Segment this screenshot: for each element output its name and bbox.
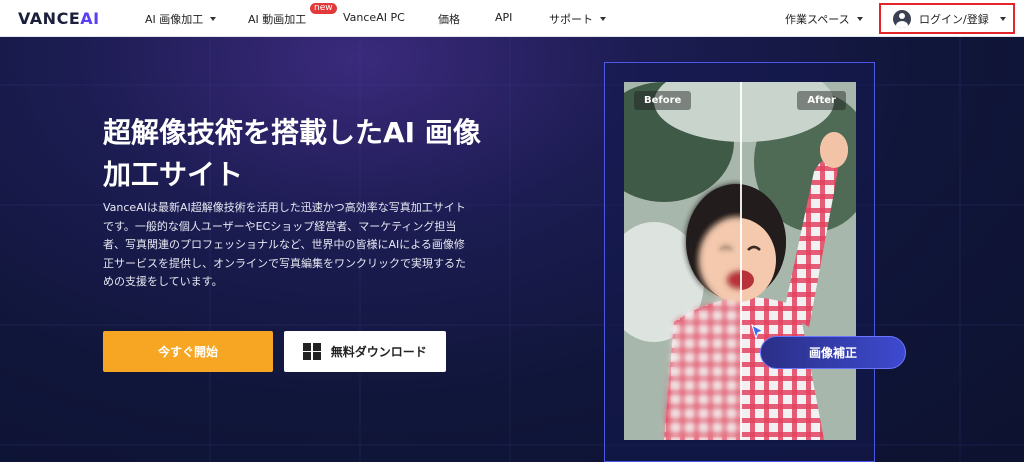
chevron-down-icon xyxy=(600,17,606,21)
user-avatar-icon xyxy=(893,9,911,28)
nav-pricing[interactable]: 価格 xyxy=(438,11,460,27)
new-badge: new xyxy=(310,3,337,14)
workspace-label: 作業スペース xyxy=(785,13,850,26)
free-download-button[interactable]: 無料ダウンロード xyxy=(284,331,446,372)
nav-ai-image-editing[interactable]: AI 画像加工 xyxy=(145,11,217,27)
nav-vanceai-pc[interactable]: VanceAI PC xyxy=(343,11,405,24)
nav-support[interactable]: サポート xyxy=(549,11,606,27)
nav-item-label: VanceAI PC xyxy=(343,11,405,24)
vanceai-logo[interactable]: VANCEAI xyxy=(18,9,100,28)
windows-icon xyxy=(303,342,321,361)
nav-api[interactable]: API xyxy=(495,11,512,24)
chevron-down-icon xyxy=(999,16,1006,21)
workspace-menu[interactable]: 作業スペース xyxy=(785,11,863,27)
chevron-down-icon xyxy=(210,17,217,21)
pointer-cursor-icon xyxy=(751,324,765,340)
before-label: Before xyxy=(634,91,692,110)
nav-item-label: AI 画像加工 xyxy=(145,13,204,26)
nav-item-label: AI 動画加工 xyxy=(248,13,307,26)
image-enhance-label: 画像補正 xyxy=(808,346,857,360)
start-now-label: 今すぐ開始 xyxy=(157,345,218,359)
before-after-comparison-image: Before After xyxy=(624,82,856,440)
comparison-slider-divider[interactable] xyxy=(740,82,742,440)
login-register-button[interactable]: ログイン/登録 xyxy=(879,3,1015,34)
nav-item-label: 価格 xyxy=(438,13,460,26)
chevron-down-icon xyxy=(856,17,863,21)
page-title: 超解像技術を搭載したAI 画像 加工サイト xyxy=(103,112,523,196)
nav-ai-video-editing[interactable]: AI 動画加工 xyxy=(248,11,306,27)
after-label: After xyxy=(797,91,846,110)
nav-item-label: サポート xyxy=(549,13,593,26)
login-register-label: ログイン/登録 xyxy=(919,12,989,26)
logo-text: VANCE xyxy=(18,9,81,28)
logo-accent-text: AI xyxy=(80,9,100,28)
page-title-line-2: 加工サイト xyxy=(103,158,244,191)
start-now-button[interactable]: 今すぐ開始 xyxy=(103,331,273,372)
free-download-label: 無料ダウンロード xyxy=(330,345,427,359)
hero-description: VanceAIは最新AI超解像技術を活用した迅速かつ高効率な写真加工サイトです。… xyxy=(103,201,466,289)
top-navigation-bar: VANCEAI AI 画像加工 AI 動画加工 new VanceAI PC 価… xyxy=(0,0,1024,37)
nav-item-label: API xyxy=(495,11,513,24)
image-enhance-button[interactable]: 画像補正 xyxy=(760,336,906,369)
page-title-line-1: 超解像技術を搭載したAI 画像 xyxy=(103,116,481,149)
